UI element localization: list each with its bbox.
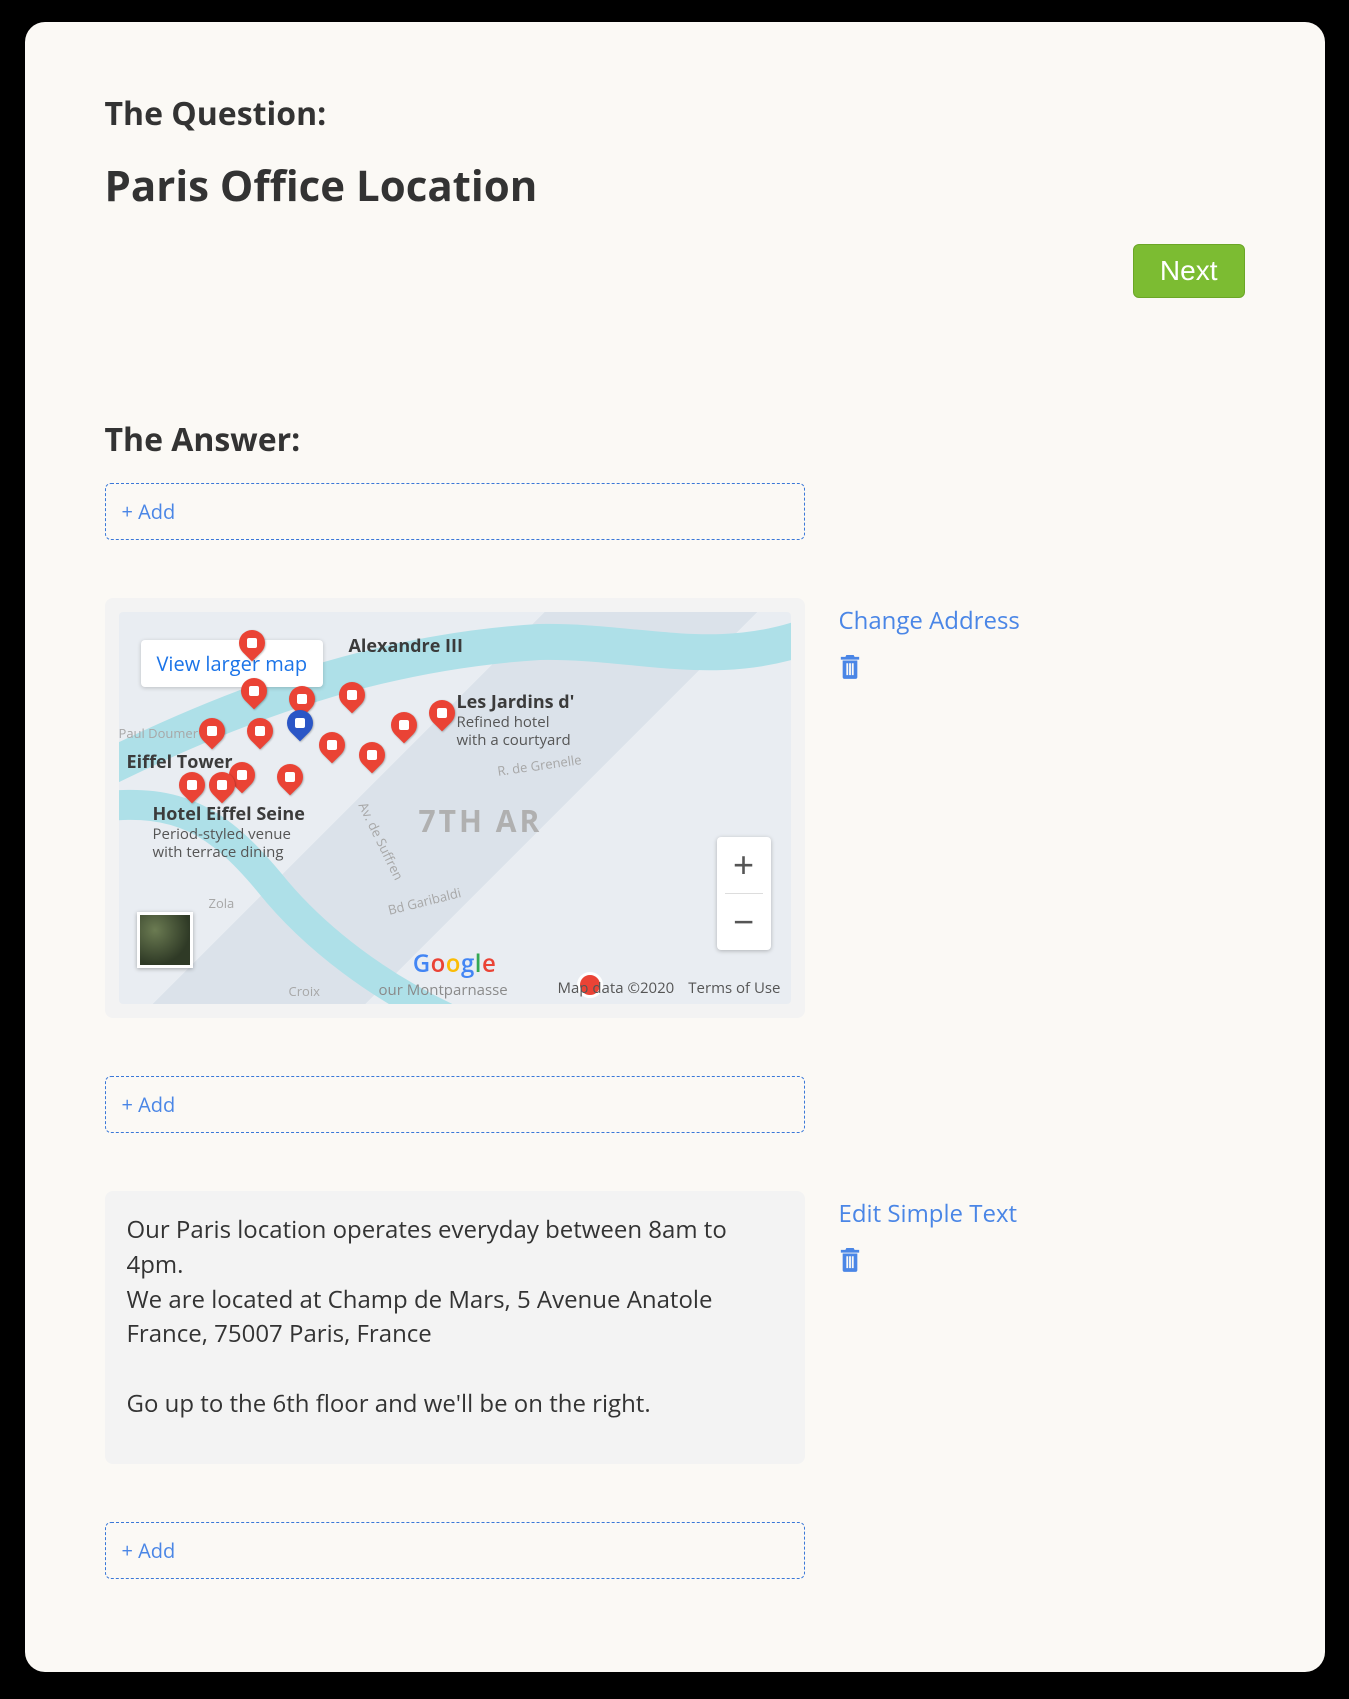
map-district-label: 7TH AR — [419, 800, 543, 841]
text-block-actions: Edit Simple Text — [839, 1191, 1018, 1464]
map-poi-eiffel[interactable]: Eiffel Tower — [127, 750, 233, 774]
map-poi-hotel-seine-sub2: with terrace dining — [153, 842, 284, 862]
text-block-row: Our Paris location operates everyday bet… — [105, 1191, 1245, 1464]
add-block-button-bottom[interactable]: + Add — [105, 1522, 805, 1579]
trash-icon[interactable] — [839, 1246, 861, 1272]
zoom-out-button[interactable]: − — [717, 894, 771, 950]
map-terms-link[interactable]: Terms of Use — [688, 978, 780, 998]
map-poi-hotel-seine-sub1: Period-styled venue — [153, 824, 291, 844]
map-pin-icon[interactable] — [353, 737, 390, 774]
change-address-link[interactable]: Change Address — [839, 604, 1020, 637]
map-pin-icon[interactable] — [313, 727, 350, 764]
map-block-row: View larger map Alexandre II — [105, 598, 1245, 1018]
map-street-label: Av. de Suffren — [354, 799, 407, 883]
map-pin-icon[interactable] — [385, 707, 422, 744]
map-poi-hotel-seine[interactable]: Hotel Eiffel Seine — [153, 802, 305, 826]
add-block-button-top[interactable]: + Add — [105, 483, 805, 540]
map-street-label: R. de Grenelle — [496, 750, 582, 780]
map-data-copyright: Map data ©2020 — [557, 978, 674, 998]
map-pin-icon[interactable] — [333, 677, 370, 714]
map-block: View larger map Alexandre II — [105, 598, 805, 1018]
map-attribution: Map data ©2020 Terms of Use — [557, 978, 780, 998]
map-poi-jardins-sub1: Refined hotel — [457, 712, 550, 732]
satellite-toggle-button[interactable] — [137, 912, 193, 968]
google-logo: Google — [413, 947, 497, 980]
trash-icon[interactable] — [839, 653, 861, 679]
view-larger-map-button[interactable]: View larger map — [141, 640, 324, 687]
next-button[interactable]: Next — [1133, 244, 1245, 298]
map-street-label: Croix — [289, 982, 320, 1000]
zoom-in-button[interactable]: + — [717, 837, 771, 893]
zoom-control: + − — [717, 837, 771, 950]
map-street-label: Zola — [209, 894, 235, 912]
map-pin-icon[interactable] — [193, 713, 230, 750]
map-poi-jardins-sub2: with a courtyard — [457, 730, 571, 750]
map-street-label: Paul Doumer — [119, 724, 199, 742]
map-canvas[interactable]: View larger map Alexandre II — [119, 612, 791, 1004]
map-street-label: Bd Garibaldi — [385, 883, 462, 919]
map-block-actions: Change Address — [839, 598, 1020, 1018]
editor-card: The Question: Paris Office Location Next… — [25, 22, 1325, 1672]
add-block-button-middle[interactable]: + Add — [105, 1076, 805, 1133]
text-block-content[interactable]: Our Paris location operates everyday bet… — [119, 1205, 791, 1450]
question-title: Paris Office Location — [105, 157, 1245, 214]
map-poi-montparnasse: our Montparnasse — [379, 980, 508, 1000]
map-poi-jardins[interactable]: Les Jardins d' — [457, 690, 575, 714]
edit-text-link[interactable]: Edit Simple Text — [839, 1197, 1018, 1230]
text-block: Our Paris location operates everyday bet… — [105, 1191, 805, 1464]
question-section-label: The Question: — [105, 92, 1245, 135]
map-pin-icon[interactable] — [241, 713, 278, 750]
map-pin-icon[interactable] — [423, 695, 460, 732]
map-pin-icon[interactable] — [271, 759, 308, 796]
map-pin-icon[interactable] — [281, 705, 318, 742]
map-poi-alexandre[interactable]: Alexandre III — [349, 634, 463, 658]
answer-section-label: The Answer: — [105, 418, 1245, 461]
